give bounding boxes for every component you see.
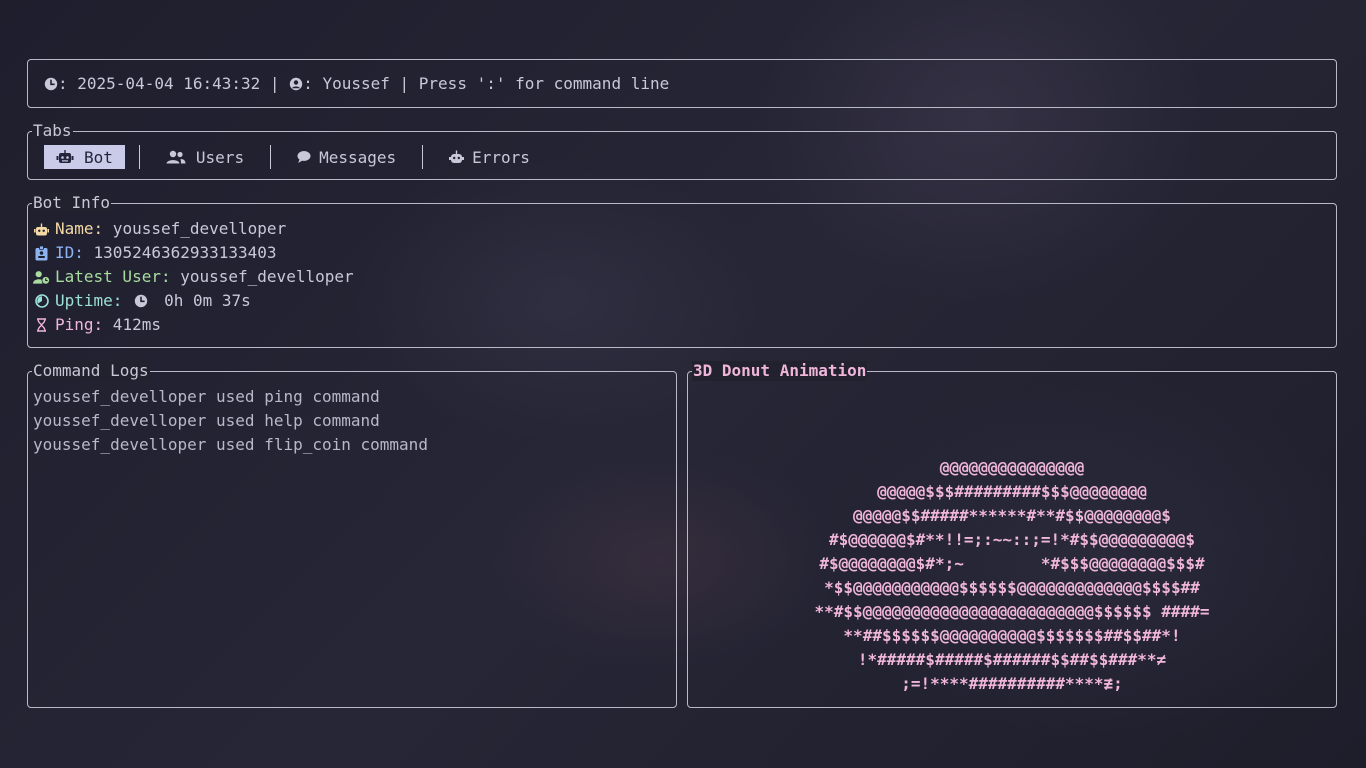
log-entry: youssef_develloper used ping command	[33, 387, 380, 406]
log-entry: youssef_develloper used help command	[33, 411, 380, 430]
bot-name-row: Name: youssef_develloper	[33, 217, 354, 241]
hourglass-icon	[33, 318, 50, 332]
bot-id-value: 1305246362933133403	[83, 243, 277, 262]
bot-name-label: Name:	[55, 219, 104, 238]
bot-info-title: Bot Info	[32, 193, 112, 213]
bot-id-label: ID:	[55, 243, 84, 262]
chat-bubble-icon	[297, 150, 311, 164]
latest-user-value: youssef_develloper	[170, 267, 354, 286]
clock-icon	[132, 294, 149, 308]
robot-icon	[56, 150, 74, 164]
tab-users-label: Users	[195, 147, 245, 167]
tabs-title: Tabs	[32, 121, 73, 141]
uptime-row: Uptime: 0h 0m 37s	[33, 289, 354, 313]
uptime-value: 0h 0m 37s	[154, 291, 251, 310]
status-user-hint: : Youssef | Press ':' for command line	[303, 74, 670, 93]
clock-icon	[44, 77, 58, 91]
latest-user-row: Latest User: youssef_develloper	[33, 265, 354, 289]
bug-icon	[449, 150, 465, 164]
tab-errors-label: Errors	[472, 147, 530, 167]
ping-row: Ping: 412ms	[33, 313, 354, 337]
donut-animation-title: 3D Donut Animation	[692, 361, 868, 381]
tab-bot-label: Bot	[84, 147, 113, 167]
user-circle-icon	[289, 77, 303, 91]
donut-animation-panel: 3D Donut Animation @@@@@@@@@@@@@@@ @@@@@…	[687, 361, 1337, 708]
robot-icon	[33, 223, 50, 236]
tab-messages-label: Messages	[319, 147, 397, 167]
user-clock-icon	[33, 270, 50, 285]
command-logs-title: Command Logs	[32, 361, 150, 381]
uptime-label: Uptime:	[55, 291, 123, 310]
tabs-panel: Tabs Bot Users Messages Errors	[27, 121, 1337, 180]
tab-divider	[422, 145, 424, 169]
status-bar: : 2025-04-04 16:43:32 | : Youssef | Pres…	[27, 59, 1337, 108]
donut-ascii-art: @@@@@@@@@@@@@@@ @@@@@$$$#########$$$@@@@…	[814, 458, 1210, 693]
command-logs-panel[interactable]: Command Logs youssef_develloper used pin…	[27, 361, 677, 708]
gauge-icon	[33, 294, 50, 308]
tab-divider	[138, 145, 140, 169]
log-entry: youssef_develloper used flip_coin comman…	[33, 435, 428, 454]
ping-label: Ping:	[55, 315, 104, 334]
tab-users[interactable]: Users	[154, 145, 256, 169]
status-datetime: : 2025-04-04 16:43:32 |	[58, 74, 290, 93]
bot-info-panel: Bot Info Name: youssef_develloper ID: 13…	[27, 193, 1337, 348]
bot-id-row: ID: 1305246362933133403	[33, 241, 354, 265]
tab-messages[interactable]: Messages	[285, 145, 408, 169]
ping-value: 412ms	[103, 315, 161, 334]
tab-bot[interactable]: Bot	[44, 145, 125, 169]
users-icon	[166, 150, 186, 164]
id-badge-icon	[33, 245, 50, 261]
tab-errors[interactable]: Errors	[437, 145, 542, 169]
bot-name-value: youssef_develloper	[103, 219, 287, 238]
tab-divider	[270, 145, 272, 169]
latest-user-label: Latest User:	[55, 267, 171, 286]
